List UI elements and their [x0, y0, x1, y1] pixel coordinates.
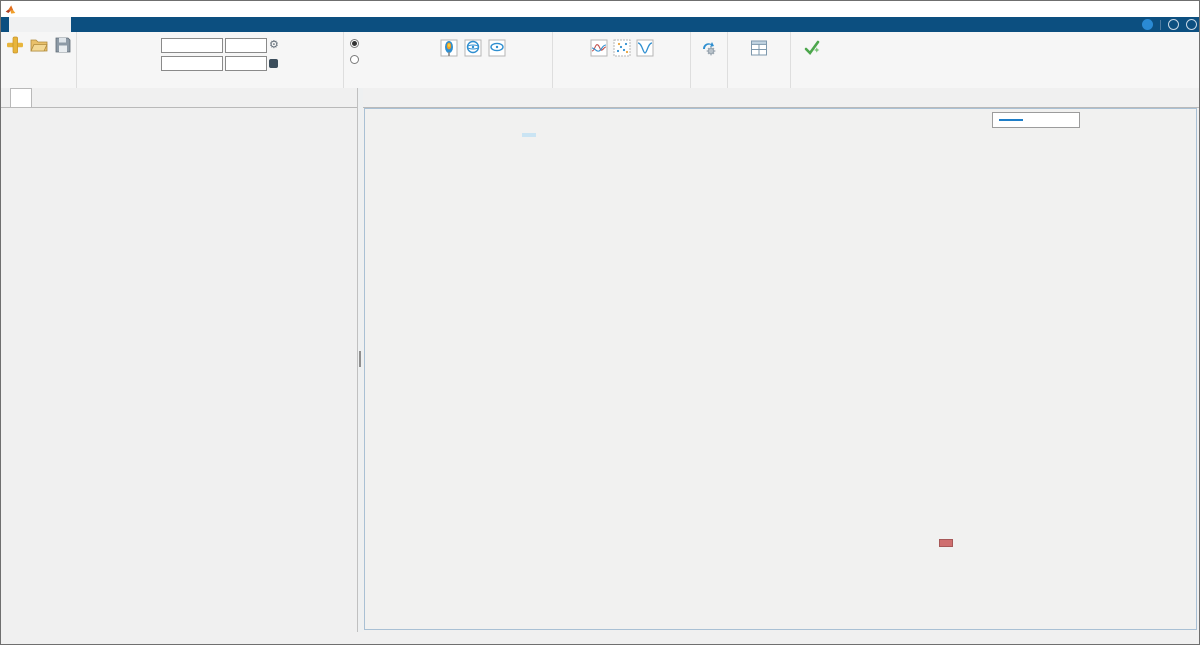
status-bar [1, 632, 1200, 645]
polar-figure [364, 108, 1197, 630]
correlation-button[interactable] [613, 35, 631, 58]
community-icon[interactable] [1142, 19, 1153, 30]
ribbon-section-pattern [344, 32, 553, 88]
impedance-button[interactable] [590, 35, 608, 58]
tab-properties[interactable] [10, 88, 32, 107]
minimize-button[interactable] [1099, 1, 1133, 17]
profile-icon[interactable] [1186, 19, 1197, 30]
az-pattern-button[interactable] [464, 39, 482, 58]
el-pattern-button[interactable] [488, 39, 506, 58]
export-button[interactable] [803, 35, 821, 59]
properties-tab-strip [1, 88, 357, 108]
splitter-handle [359, 351, 361, 367]
impedance-icon [590, 39, 608, 57]
maximize-button[interactable] [1133, 1, 1167, 17]
s-parameter-button[interactable] [636, 35, 654, 58]
full-array-radio[interactable] [350, 39, 434, 48]
tab-designer[interactable] [9, 17, 71, 32]
legend-line-sample [999, 119, 1023, 121]
ribbon: ⚙ [1, 32, 1200, 89]
properties-panel [1, 88, 358, 632]
ribbon-section-file [1, 32, 77, 88]
chart-legend[interactable] [992, 112, 1080, 128]
beam-stats-annotation[interactable] [939, 539, 953, 547]
elevation-polar-chart [365, 109, 1196, 629]
new-document-icon [6, 36, 24, 54]
cursor-delta-annotation[interactable] [522, 133, 536, 137]
embedded-element-radio[interactable] [350, 55, 434, 64]
checkbox-checked-icon [269, 59, 278, 68]
new-button[interactable] [6, 32, 24, 55]
ribbon-section-coupling [553, 32, 691, 88]
help-icon[interactable] [1168, 19, 1179, 30]
title-bar [1, 1, 1200, 17]
radio-icon [350, 55, 359, 64]
quick-access-right [1142, 17, 1197, 32]
radio-selected-icon [350, 39, 359, 48]
s-parameter-icon [636, 39, 654, 57]
default-layout-button[interactable] [750, 35, 768, 58]
frequency-range-input[interactable] [161, 56, 223, 71]
save-button[interactable] [54, 32, 72, 56]
app-window: ⚙ [0, 0, 1200, 645]
3d-pattern-icon [440, 39, 458, 57]
center-frequency-input[interactable] [161, 38, 223, 53]
main-area [1, 88, 1200, 632]
3d-pattern-button[interactable] [440, 39, 458, 58]
plot-panel [363, 88, 1199, 632]
matlab-logo-icon [5, 4, 16, 15]
default-layout-icon [750, 39, 768, 57]
open-button[interactable] [30, 32, 48, 56]
optimize-icon [700, 39, 718, 57]
az-pattern-icon [464, 39, 482, 57]
enable-coupling-checkbox[interactable] [269, 59, 343, 68]
divider [1160, 20, 1161, 30]
el-pattern-icon [488, 39, 506, 57]
ribbon-section-optimize [691, 32, 728, 88]
ribbon-spacer [832, 32, 1200, 88]
frequency-range-unit-select[interactable] [225, 56, 267, 71]
ribbon-section-view [728, 32, 791, 88]
ribbon-tab-strip [1, 17, 1200, 32]
gear-icon: ⚙ [269, 40, 279, 51]
ribbon-section-input: ⚙ [77, 32, 344, 88]
open-folder-icon [30, 36, 48, 54]
plot-tab-strip [363, 88, 1199, 108]
optimize-button[interactable] [700, 35, 718, 58]
settings-button[interactable]: ⚙ [269, 40, 343, 51]
ribbon-section-export [791, 32, 832, 88]
close-button[interactable] [1167, 1, 1200, 17]
center-frequency-unit-select[interactable] [225, 38, 267, 53]
save-icon [54, 36, 72, 54]
correlation-icon [613, 39, 631, 57]
export-check-icon [803, 39, 821, 57]
